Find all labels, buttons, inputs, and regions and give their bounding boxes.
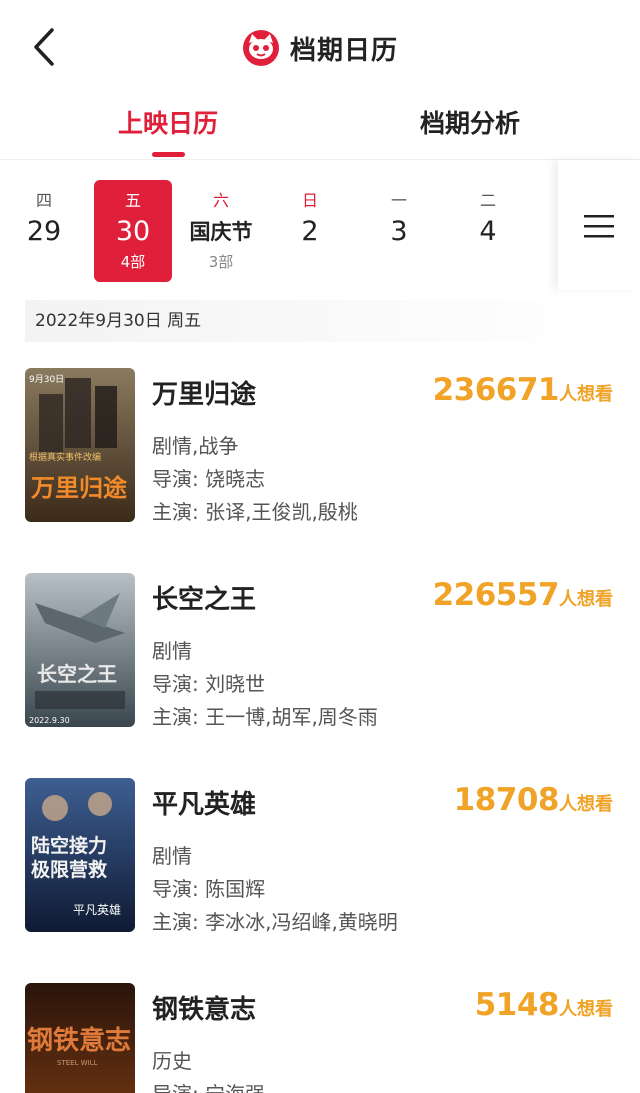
want-count: 18708 — [453, 782, 560, 818]
poster-date-text: 2022.9.30 — [29, 716, 70, 725]
date-day: 29 — [26, 216, 62, 247]
poster-subtitle-text: STEEL WILL — [57, 1059, 98, 1067]
menu-icon — [584, 215, 614, 238]
date-weekday: 四 — [35, 191, 52, 210]
movie-item[interactable]: 9月30日 根据真实事件改编 万里归途 万里归途 236671人想看 剧情,战争… — [0, 368, 640, 528]
maoyan-cat-logo-icon — [242, 30, 279, 66]
want-label: 人想看 — [559, 384, 613, 405]
selected-date-banner: 2022年9月30日 周五 — [25, 300, 615, 342]
date-day: 3 — [390, 216, 408, 247]
date-weekday: 六 — [212, 191, 229, 210]
date-weekday: 五 — [124, 191, 141, 210]
want-label: 人想看 — [559, 794, 613, 815]
active-tab-indicator — [152, 152, 185, 157]
movie-item[interactable]: 长空之王 2022.9.30 长空之王 226557人想看 剧情 导演: 刘晓世… — [0, 573, 640, 733]
poster-tagline-text: 根据真实事件改编 — [29, 451, 101, 463]
page-title: 档期日历 — [289, 35, 398, 66]
date-weekday: 日 — [301, 191, 318, 210]
date-selector: 四 29 五 30 4部 六 国庆节 3部 日 2 一 3 二 4 — [0, 160, 640, 290]
movie-genre: 剧情 — [152, 639, 192, 663]
movie-title: 平凡英雄 — [152, 790, 257, 820]
movie-genre: 历史 — [152, 1049, 192, 1073]
poster-title-text: 万里归途 — [31, 474, 128, 502]
title-bar: 档期日历 — [0, 26, 640, 70]
date-day: 4 — [479, 216, 497, 247]
date-weekday: 二 — [479, 191, 496, 210]
poster-title-text: 钢铁意志 — [27, 1025, 131, 1056]
date-item-4[interactable]: 二 4 — [449, 180, 527, 282]
poster-date-text: 9月30日 — [29, 374, 64, 385]
movie-director: 导演: 饶晓志 — [152, 467, 266, 491]
date-weekday: 一 — [390, 191, 407, 210]
date-item-3[interactable]: 一 3 — [360, 180, 438, 282]
want-count: 236671 — [432, 372, 560, 408]
want-count: 226557 — [432, 577, 560, 613]
movie-director: 导演: 陈国辉 — [152, 877, 266, 901]
want-to-watch: 226557人想看 — [433, 577, 613, 613]
movie-poster: 9月30日 根据真实事件改编 万里归途 — [25, 368, 135, 522]
movie-genre: 剧情 — [152, 844, 192, 868]
app-header: 档期日历 — [0, 0, 640, 92]
movie-director: 导演: 宁海强 — [152, 1078, 265, 1093]
date-item-29[interactable]: 四 29 — [5, 180, 83, 282]
want-to-watch: 18708人想看 — [454, 782, 613, 818]
date-item-national-day[interactable]: 六 国庆节 3部 — [182, 180, 260, 282]
poster-line2-text: 极限营救 — [31, 858, 107, 881]
date-day: 国庆节 — [189, 220, 253, 244]
tab-bar: 上映日历 档期分析 — [0, 92, 640, 160]
movie-cast: 主演: 李冰冰,冯绍峰,黄晓明 — [152, 910, 398, 934]
date-day: 2 — [301, 216, 319, 247]
date-count: 4部 — [120, 253, 146, 271]
movie-item[interactable]: 钢铁意志 STEEL WILL 钢铁意志 5148人想看 历史 导演: 宁海强 — [0, 983, 640, 1093]
movie-cast: 主演: 王一博,胡军,周冬雨 — [152, 705, 378, 729]
date-count: 3部 — [208, 253, 234, 271]
movie-poster: 长空之王 2022.9.30 — [25, 573, 135, 727]
want-to-watch: 236671人想看 — [433, 372, 613, 408]
movie-cast: 主演: 张译,王俊凯,殷桃 — [152, 500, 358, 524]
movie-title: 钢铁意志 — [152, 995, 257, 1025]
movie-item[interactable]: 陆空接力 极限营救 平凡英雄 平凡英雄 18708人想看 剧情 导演: 陈国辉 … — [0, 778, 640, 938]
calendar-menu-button[interactable] — [558, 160, 640, 290]
poster-line1-text: 陆空接力 — [31, 834, 107, 857]
movie-poster: 陆空接力 极限营救 平凡英雄 — [25, 778, 135, 932]
want-label: 人想看 — [559, 999, 613, 1020]
movie-genre: 剧情,战争 — [152, 434, 239, 458]
tab-release-calendar[interactable]: 上映日历 — [68, 104, 268, 140]
date-day: 30 — [115, 216, 151, 247]
movie-poster: 钢铁意志 STEEL WILL — [25, 983, 135, 1093]
movie-director: 导演: 刘晓世 — [152, 672, 266, 696]
date-item-2[interactable]: 日 2 — [271, 180, 349, 282]
want-to-watch: 5148人想看 — [475, 987, 613, 1023]
want-count: 5148 — [474, 987, 560, 1023]
want-label: 人想看 — [559, 589, 613, 610]
tab-schedule-analysis[interactable]: 档期分析 — [370, 104, 570, 140]
poster-title-text: 长空之王 — [37, 662, 117, 686]
poster-signature-text: 平凡英雄 — [73, 902, 121, 917]
movie-title: 万里归途 — [152, 380, 257, 410]
movie-title: 长空之王 — [152, 585, 257, 615]
date-item-30[interactable]: 五 30 4部 — [94, 180, 172, 282]
